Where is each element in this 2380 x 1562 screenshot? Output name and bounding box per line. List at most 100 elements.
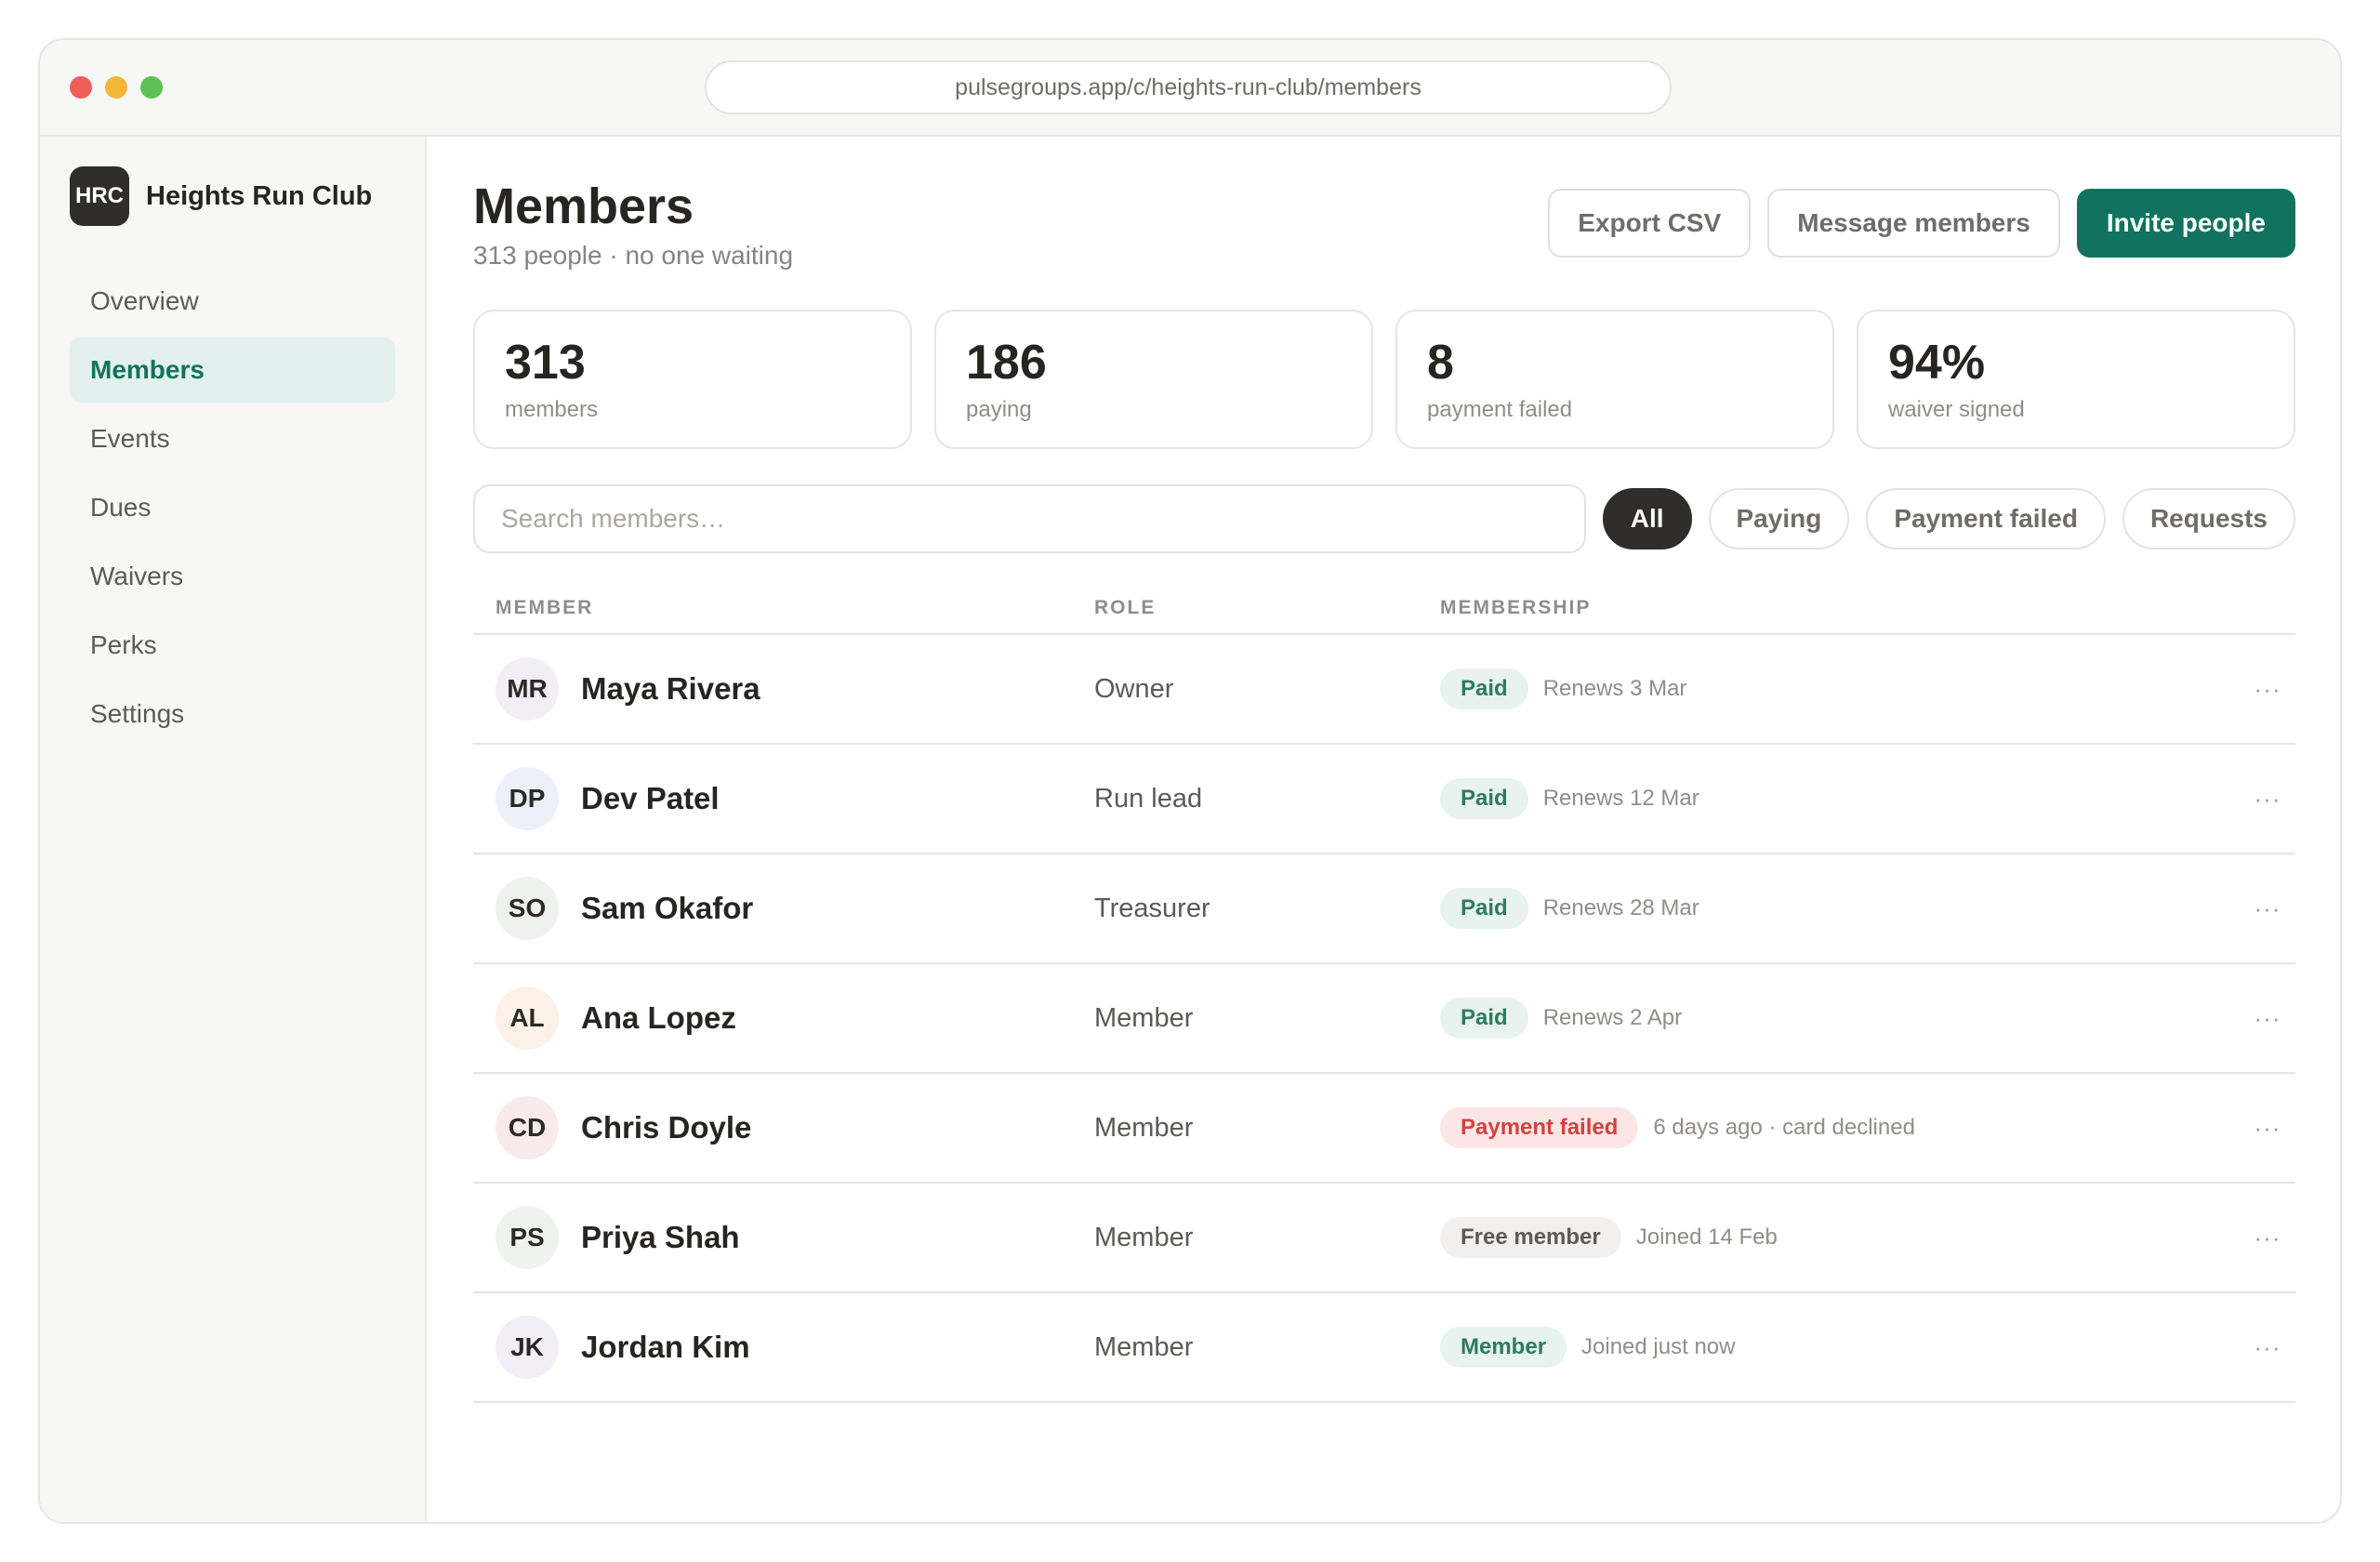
member-name[interactable]: Sam Okafor [581, 891, 753, 926]
sidebar-item-settings[interactable]: Settings [70, 682, 395, 747]
invite-people-button[interactable]: Invite people [2076, 189, 2295, 258]
table-row[interactable]: MR Maya Rivera Owner Paid Renews 3 Mar ··· [473, 635, 2295, 745]
browser-titlebar: pulsegroups.app/c/heights-run-club/membe… [40, 40, 2340, 137]
stats-row: 313 members 186 paying 8 payment failed 94% wai… [473, 310, 2295, 449]
member-name[interactable]: Maya Rivera [581, 671, 760, 707]
column-header-membership[interactable]: MEMBERSHIP [1440, 597, 2240, 619]
sidebar-item-members[interactable]: Members [70, 338, 395, 403]
sidebar-item-perks[interactable]: Perks [70, 613, 395, 678]
membership-detail: Joined just now [1581, 1334, 1736, 1359]
status-badge: Paid [1440, 888, 1528, 929]
export-csv-button[interactable]: Export CSV [1548, 189, 1752, 258]
stat-value: 186 [966, 336, 1047, 390]
column-header-member[interactable]: MEMBER [473, 597, 1094, 619]
member-cell: AL Ana Lopez [473, 986, 1094, 1050]
club-logo: HRC [70, 166, 129, 226]
more-horizontal-icon[interactable]: ··· [2240, 675, 2295, 704]
filter-chip-paying[interactable]: Paying [1708, 488, 1850, 549]
member-name[interactable]: Priya Shah [581, 1220, 740, 1255]
search-input[interactable] [473, 484, 1586, 553]
stat-card: 8 payment failed [1395, 310, 1834, 449]
member-cell: SO Sam Okafor [473, 877, 1094, 940]
member-role: Member [1094, 1112, 1194, 1143]
member-cell: MR Maya Rivera [473, 657, 1094, 721]
member-role: Treasurer [1094, 893, 1210, 923]
avatar: JK [496, 1316, 559, 1379]
message-members-button[interactable]: Message members [1767, 189, 2060, 258]
more-horizontal-icon[interactable]: ··· [2240, 894, 2295, 923]
header-actions: Export CSV Message members Invite people [1548, 189, 2295, 258]
member-cell: DP Dev Patel [473, 767, 1094, 830]
maximize-window-button[interactable] [140, 76, 163, 99]
sidebar-nav: Overview Members Events Dues Waivers Perks Set… [70, 269, 395, 750]
stat-value: 313 [505, 336, 586, 390]
minimize-window-button[interactable] [105, 76, 127, 99]
filter-chip-payment-failed[interactable]: Payment failed [1866, 488, 2106, 549]
membership-cell: Paid Renews 3 Mar [1440, 668, 2240, 709]
member-name[interactable]: Jordan Kim [581, 1330, 750, 1365]
more-horizontal-icon[interactable]: ··· [2240, 1333, 2295, 1362]
stat-value: 94% [1888, 336, 1986, 390]
table-row[interactable]: PS Priya Shah Member Free member Joined 14 F… [473, 1184, 2295, 1293]
membership-detail: Renews 3 Mar [1542, 676, 1687, 701]
sidebar-item-waivers[interactable]: Waivers [70, 544, 395, 609]
membership-cell: Free member Joined 14 Feb [1440, 1217, 2240, 1258]
member-role: Owner [1094, 673, 1174, 704]
table-row[interactable]: DP Dev Patel Run lead Paid Renews 12 Mar ··· [473, 745, 2295, 854]
address-bar[interactable]: pulsegroups.app/c/heights-run-club/membe… [705, 60, 1672, 114]
filter-chip-all[interactable]: All [1602, 488, 1692, 549]
more-horizontal-icon[interactable]: ··· [2240, 1114, 2295, 1143]
browser-window: pulsegroups.app/c/heights-run-club/membe… [38, 38, 2342, 1524]
page-subtitle: 313 people · no one waiting [473, 241, 794, 270]
status-badge: Payment failed [1440, 1107, 1639, 1148]
member-role: Member [1094, 1222, 1194, 1252]
status-badge: Paid [1440, 998, 1528, 1039]
stat-card: 313 members [473, 310, 912, 449]
main-content: Members 313 people · no one waiting Expo… [429, 137, 2340, 1522]
avatar: PS [496, 1206, 559, 1269]
membership-detail: Joined 14 Feb [1635, 1224, 1778, 1250]
club-name: Heights Run Club [146, 180, 373, 211]
sidebar-item-events[interactable]: Events [70, 406, 395, 471]
stat-label: paying [966, 397, 1032, 422]
sidebar-item-overview[interactable]: Overview [70, 269, 395, 334]
stat-label: waiver signed [1888, 397, 2025, 422]
table-row[interactable]: AL Ana Lopez Member Paid Renews 2 Apr ··· [473, 964, 2295, 1074]
member-role: Run lead [1094, 783, 1203, 814]
avatar: SO [496, 877, 559, 940]
member-cell: JK Jordan Kim [473, 1316, 1094, 1379]
column-header-role[interactable]: ROLE [1094, 597, 1440, 619]
status-badge: Paid [1440, 668, 1528, 709]
membership-cell: Payment failed 6 days ago · card declined [1440, 1107, 2240, 1148]
stat-label: members [505, 397, 599, 422]
filter-chip-requests[interactable]: Requests [2122, 488, 2295, 549]
member-role: Member [1094, 1331, 1194, 1362]
member-name[interactable]: Chris Doyle [581, 1110, 751, 1145]
membership-cell: Paid Renews 2 Apr [1440, 998, 2240, 1039]
membership-detail: Renews 2 Apr [1542, 1005, 1683, 1030]
table-row[interactable]: CD Chris Doyle Member Payment failed 6 days … [473, 1074, 2295, 1184]
sidebar: HRC Heights Run Club Overview Members Even… [40, 137, 427, 1522]
status-badge: Member [1440, 1327, 1567, 1368]
sidebar-item-dues[interactable]: Dues [70, 475, 395, 540]
membership-detail: Renews 28 Mar [1542, 895, 1699, 920]
club-header: HRC Heights Run Club [70, 166, 372, 226]
status-badge: Free member [1440, 1217, 1621, 1258]
table-body: MR Maya Rivera Owner Paid Renews 3 Mar ··· DP D… [473, 635, 2295, 1403]
member-cell: CD Chris Doyle [473, 1096, 1094, 1159]
avatar: MR [496, 657, 559, 721]
more-horizontal-icon[interactable]: ··· [2240, 1224, 2295, 1252]
stat-card: 186 paying [934, 310, 1373, 449]
table-row[interactable]: JK Jordan Kim Member Member Joined just now ·… [473, 1293, 2295, 1403]
status-badge: Paid [1440, 778, 1528, 819]
table-row[interactable]: SO Sam Okafor Treasurer Paid Renews 28 Mar ··… [473, 854, 2295, 964]
more-horizontal-icon[interactable]: ··· [2240, 785, 2295, 814]
member-cell: PS Priya Shah [473, 1206, 1094, 1269]
stat-card: 94% waiver signed [1857, 310, 2295, 449]
membership-cell: Member Joined just now [1440, 1327, 2240, 1368]
member-name[interactable]: Ana Lopez [581, 1000, 736, 1036]
stat-value: 8 [1427, 336, 1454, 390]
member-name[interactable]: Dev Patel [581, 781, 720, 816]
close-window-button[interactable] [70, 76, 92, 99]
more-horizontal-icon[interactable]: ··· [2240, 1004, 2295, 1033]
